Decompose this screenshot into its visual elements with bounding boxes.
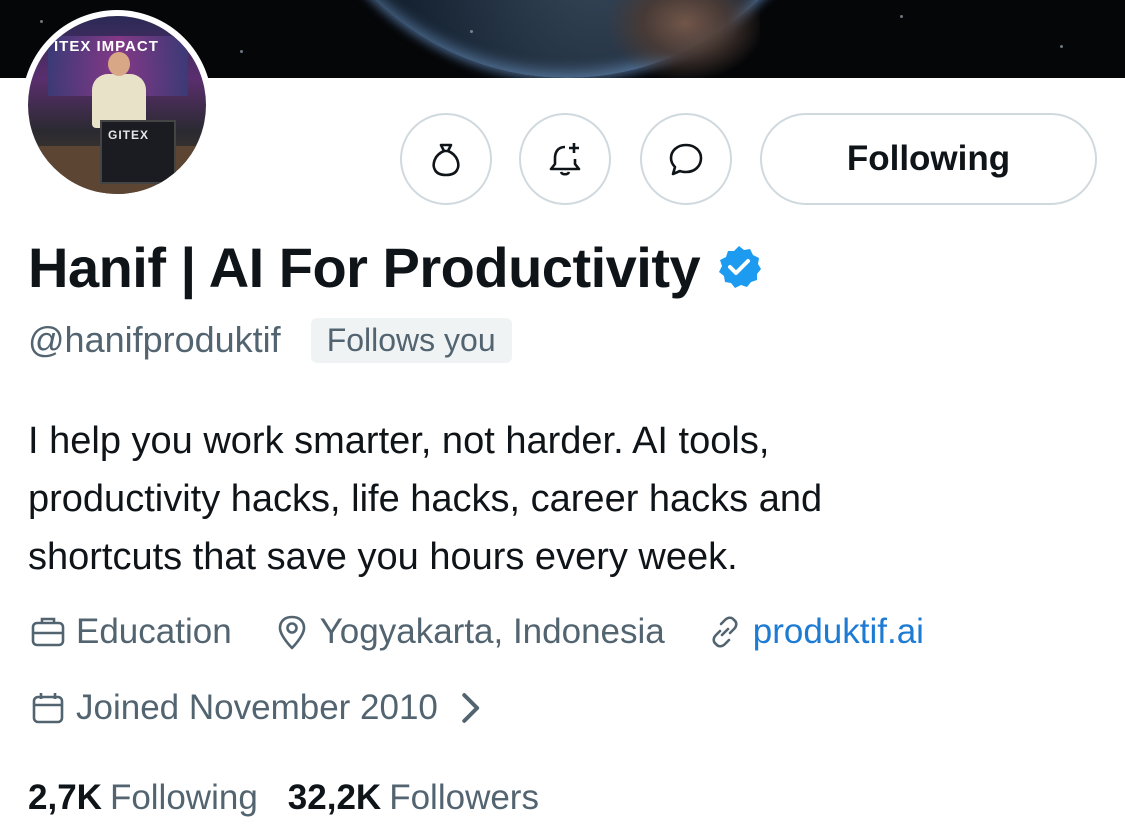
notifications-button[interactable] — [519, 113, 611, 205]
banner-star — [470, 30, 473, 33]
avatar-backdrop-text: ITEX IMPACT — [54, 38, 159, 55]
profile-bio: I help you work smarter, not harder. AI … — [28, 420, 823, 578]
display-name: Hanif | AI For Productivity — [28, 235, 701, 299]
joined-row[interactable]: Joined November 2010 — [28, 680, 498, 736]
avatar[interactable]: ITEX IMPACT GITEX — [22, 10, 212, 200]
location-label: Yogyakarta, Indonesia — [319, 612, 665, 651]
briefcase-icon — [31, 617, 65, 647]
message-button[interactable] — [640, 113, 732, 205]
link-icon — [712, 616, 738, 648]
website-link[interactable]: produktif.ai — [753, 612, 924, 652]
profile-meta: Education Yogyakarta, Indonesia produkti… — [28, 604, 964, 660]
chevron-right-icon — [462, 693, 480, 723]
joined-label: Joined November 2010 — [76, 688, 438, 727]
bell-plus-icon — [549, 143, 581, 176]
following-button[interactable]: Following — [760, 113, 1097, 205]
money-bag-icon — [432, 143, 460, 177]
verified-badge-icon[interactable] — [716, 244, 762, 290]
avatar-stand-text: GITEX — [108, 128, 150, 142]
banner-star — [40, 20, 43, 23]
avatar-photo: ITEX IMPACT GITEX — [28, 16, 206, 194]
joined-item[interactable]: Joined November 2010 — [28, 688, 498, 728]
banner-star — [900, 15, 903, 18]
username-handle: @hanifproduktif — [28, 319, 281, 360]
followers-stat[interactable]: 32,2K Followers — [288, 778, 539, 818]
location-pin-icon — [278, 615, 305, 650]
website-item[interactable]: produktif.ai — [705, 612, 924, 652]
banner-star — [1060, 45, 1063, 48]
follow-stats: 2,7K Following 32,2K Followers — [28, 770, 569, 826]
followers-count: 32,2K — [287, 778, 382, 817]
follows-you-badge: Follows you — [310, 317, 512, 363]
banner-star — [240, 50, 243, 53]
following-stat-label: Following — [109, 778, 258, 817]
message-bubble-icon — [669, 143, 703, 176]
following-stat[interactable]: 2,7K Following — [28, 778, 258, 818]
category-label: Education — [76, 612, 232, 651]
location-item: Yogyakarta, Indonesia — [272, 612, 665, 652]
handle-row: @hanifproduktif Follows you — [28, 314, 512, 366]
calendar-icon — [32, 693, 64, 724]
banner-land — [610, 0, 760, 78]
followers-stat-label: Followers — [389, 778, 539, 817]
category-item: Education — [28, 612, 232, 652]
display-name-row: Hanif | AI For Productivity — [28, 232, 762, 302]
banner-planet-image — [282, 0, 852, 78]
avatar-person-head — [108, 52, 130, 76]
profile-page: ITEX IMPACT GITEX Following Hanif | AI F… — [0, 0, 1125, 835]
following-count: 2,7K — [28, 778, 102, 817]
tip-button[interactable] — [400, 113, 492, 205]
